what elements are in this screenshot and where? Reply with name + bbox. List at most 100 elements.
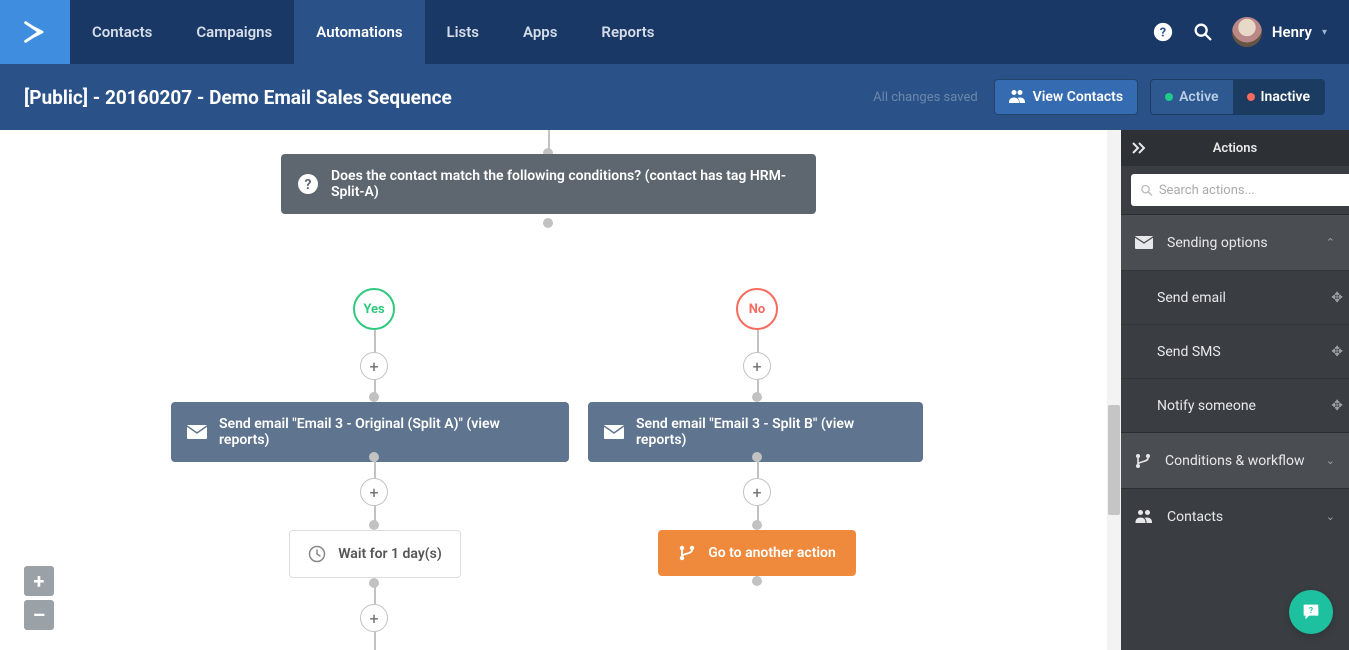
status-toggle: Active Inactive: [1150, 79, 1325, 115]
connector-dot: [543, 218, 553, 228]
toggle-active-label: Active: [1179, 89, 1218, 105]
search-actions-input[interactable]: [1159, 183, 1339, 198]
no-node[interactable]: No: [736, 288, 778, 330]
connector-dot: [752, 392, 762, 402]
toggle-inactive-label: Inactive: [1261, 89, 1310, 105]
scroll-thumb[interactable]: [1108, 405, 1120, 515]
workflow-canvas[interactable]: ? Does the contact match the following c…: [0, 130, 1121, 650]
connector-dot: [752, 576, 762, 586]
action-send-email[interactable]: Send email ✥: [1121, 270, 1349, 324]
send-email-b-text: Send email "Email 3 - Split B" (view rep…: [636, 416, 907, 448]
nav-lists[interactable]: Lists: [425, 0, 501, 64]
chevron-down-icon: ⌄: [1326, 510, 1335, 523]
question-icon: ?: [297, 173, 319, 195]
chat-help-fab[interactable]: ?: [1289, 590, 1333, 634]
branch-icon: [1135, 453, 1151, 469]
chevron-down-icon: ⌄: [1326, 454, 1335, 467]
sidebar-header: Actions: [1121, 130, 1349, 166]
add-step-button[interactable]: +: [360, 604, 388, 632]
category-label: Contacts: [1167, 509, 1223, 525]
svg-text:?: ?: [1309, 606, 1313, 616]
contacts-icon: [1009, 90, 1025, 104]
envelope-icon: [604, 425, 624, 439]
action-label: Notify someone: [1157, 398, 1256, 414]
condition-text: Does the contact match the following con…: [331, 168, 800, 200]
connector-dot: [369, 392, 379, 402]
flow-layer: ? Does the contact match the following c…: [0, 130, 1121, 650]
username: Henry: [1272, 23, 1312, 41]
yes-node[interactable]: Yes: [353, 288, 395, 330]
dot-red-icon: [1247, 93, 1255, 101]
svg-text:?: ?: [1160, 26, 1166, 41]
sidebar-search-box[interactable]: [1131, 174, 1349, 206]
connector-dot: [752, 520, 762, 530]
category-label: Conditions & workflow: [1165, 453, 1305, 469]
sidebar-collapse-button[interactable]: [1121, 130, 1157, 166]
sidebar-search-wrap: [1121, 166, 1349, 214]
toggle-inactive[interactable]: Inactive: [1233, 80, 1324, 114]
search-icon[interactable]: [1192, 21, 1214, 43]
toggle-active[interactable]: Active: [1151, 80, 1232, 114]
add-step-button[interactable]: +: [743, 478, 771, 506]
user-menu[interactable]: Henry ▾: [1232, 17, 1327, 47]
view-contacts-label: View Contacts: [1033, 89, 1123, 105]
chat-icon: ?: [1300, 601, 1322, 623]
envelope-icon: [1135, 236, 1153, 249]
vertical-scrollbar[interactable]: [1107, 130, 1121, 650]
clock-icon: [308, 545, 326, 563]
wait-node[interactable]: Wait for 1 day(s): [289, 530, 461, 578]
envelope-icon: [187, 425, 207, 439]
category-sending-options[interactable]: Sending options ⌃: [1121, 214, 1349, 270]
category-contacts[interactable]: Contacts ⌄: [1121, 488, 1349, 544]
nav-automations[interactable]: Automations: [294, 0, 424, 64]
goto-node[interactable]: Go to another action: [658, 530, 856, 576]
brand-logo[interactable]: [0, 0, 70, 64]
no-label: No: [749, 302, 766, 317]
goto-text: Go to another action: [708, 545, 836, 561]
svg-text:?: ?: [305, 177, 312, 193]
action-send-sms[interactable]: Send SMS ✥: [1121, 324, 1349, 378]
nav-reports[interactable]: Reports: [579, 0, 676, 64]
add-step-button[interactable]: +: [360, 352, 388, 380]
category-conditions-workflow[interactable]: Conditions & workflow ⌄: [1121, 432, 1349, 488]
search-icon: [1141, 184, 1153, 197]
action-label: Send email: [1157, 290, 1226, 306]
yes-label: Yes: [363, 302, 384, 317]
drag-handle-icon: ✥: [1331, 398, 1343, 414]
action-notify-someone[interactable]: Notify someone ✥: [1121, 378, 1349, 432]
top-nav: Contacts Campaigns Automations Lists App…: [0, 0, 1349, 64]
send-email-a-text: Send email "Email 3 - Original (Split A)…: [219, 416, 553, 448]
add-step-button[interactable]: +: [360, 478, 388, 506]
condition-node[interactable]: ? Does the contact match the following c…: [281, 154, 816, 214]
category-label: Sending options: [1167, 235, 1268, 251]
header-actions: All changes saved View Contacts Active I…: [873, 79, 1325, 115]
help-icon[interactable]: ?: [1152, 21, 1174, 43]
actions-sidebar: Actions Sending options ⌃ Send email ✥ S…: [1121, 130, 1349, 650]
branch-icon: [678, 544, 696, 562]
nav-items: Contacts Campaigns Automations Lists App…: [70, 0, 676, 64]
action-label: Send SMS: [1157, 344, 1221, 360]
nav-apps[interactable]: Apps: [501, 0, 579, 64]
connector-dot: [369, 520, 379, 530]
chevron-up-icon: ⌃: [1326, 236, 1335, 249]
nav-campaigns[interactable]: Campaigns: [174, 0, 294, 64]
main: ? Does the contact match the following c…: [0, 130, 1349, 650]
chevron-down-icon: ▾: [1322, 27, 1327, 38]
view-contacts-button[interactable]: View Contacts: [994, 79, 1138, 115]
nav-right: ? Henry ▾: [1152, 0, 1349, 64]
zoom-out-button[interactable]: –: [24, 600, 54, 630]
contacts-icon: [1135, 510, 1153, 524]
page-title: [Public] - 20160207 - Demo Email Sales S…: [24, 86, 452, 109]
dot-green-icon: [1165, 93, 1173, 101]
save-status: All changes saved: [873, 90, 978, 105]
avatar: [1232, 17, 1262, 47]
zoom-controls: + –: [24, 566, 54, 630]
collapse-icon: [1131, 142, 1147, 154]
wait-text: Wait for 1 day(s): [338, 546, 442, 562]
nav-contacts[interactable]: Contacts: [70, 0, 174, 64]
page-header: [Public] - 20160207 - Demo Email Sales S…: [0, 64, 1349, 130]
drag-handle-icon: ✥: [1331, 290, 1343, 306]
zoom-in-button[interactable]: +: [24, 566, 54, 596]
add-step-button[interactable]: +: [743, 352, 771, 380]
drag-handle-icon: ✥: [1331, 344, 1343, 360]
